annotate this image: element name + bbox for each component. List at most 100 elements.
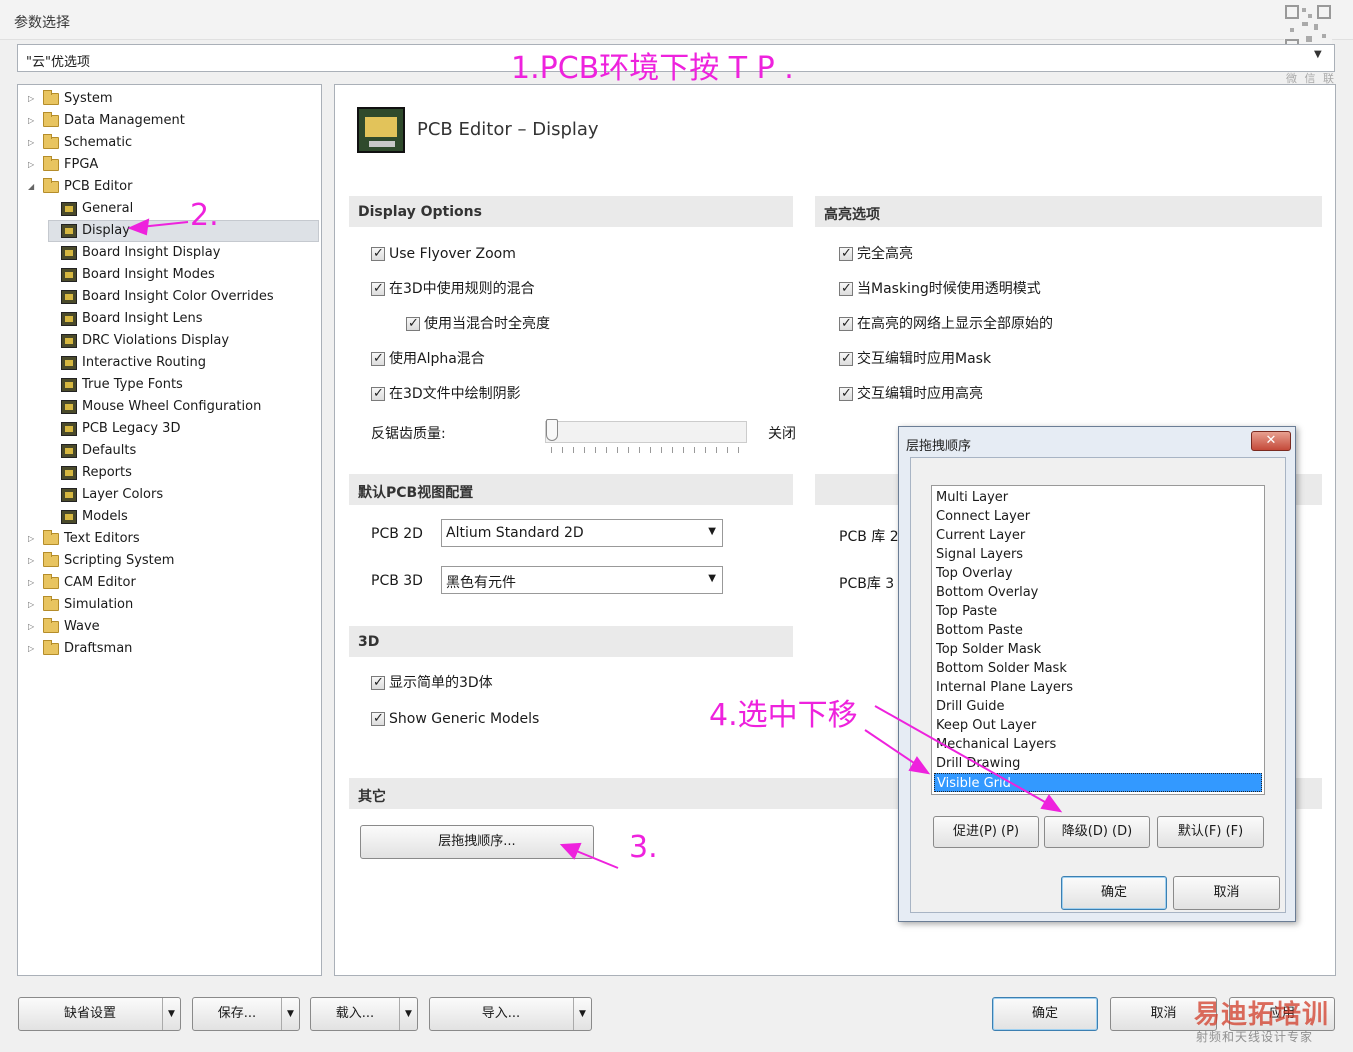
tree-item-label: Mouse Wheel Configuration xyxy=(82,399,262,414)
layer-list-item[interactable]: Top Paste xyxy=(934,602,1262,621)
antialias-slider-thumb[interactable] xyxy=(546,419,558,441)
pcb-2d-select[interactable]: Altium Standard 2D ▼ xyxy=(441,519,723,547)
pcb-board-icon xyxy=(61,422,77,436)
layer-list[interactable]: Multi Layer Connect Layer Current Layer Sig… xyxy=(931,485,1265,795)
layer-list-item[interactable]: Keep Out Layer xyxy=(934,716,1262,735)
checkbox-checked-icon[interactable] xyxy=(371,348,385,370)
layer-list-item[interactable]: Mechanical Layers xyxy=(934,735,1262,754)
pcb-board-icon xyxy=(357,107,405,153)
expand-arrow-icon[interactable]: ▷ xyxy=(28,638,40,660)
layer-list-item[interactable]: Visible Grid xyxy=(934,773,1262,792)
chevron-down-icon[interactable]: ▼ xyxy=(1314,49,1322,60)
expand-arrow-icon[interactable]: ▷ xyxy=(28,550,40,572)
layer-drag-order-button[interactable]: 层拖拽顺序... xyxy=(360,825,594,859)
pcb-2d-label: PCB 2D xyxy=(371,526,423,542)
expand-arrow-icon[interactable]: ▷ xyxy=(28,132,40,154)
default-button[interactable]: 默认(F) (F) xyxy=(1157,816,1264,848)
checkbox-checked-icon[interactable] xyxy=(839,383,853,405)
checkbox-label: 使用当混合时全亮度 xyxy=(424,316,550,332)
tree-item-label: FPGA xyxy=(64,157,99,172)
checkbox-checked-icon[interactable] xyxy=(839,243,853,265)
lib-3d-label: PCB库 3 xyxy=(839,576,895,592)
dialog-close-button[interactable]: ✕ xyxy=(1251,431,1291,451)
layer-list-item[interactable]: Drill Drawing xyxy=(934,754,1262,773)
demote-button[interactable]: 降级(D) (D) xyxy=(1044,816,1150,848)
layer-list-item[interactable]: Bottom Paste xyxy=(934,621,1262,640)
layer-list-item[interactable]: Internal Plane Layers xyxy=(934,678,1262,697)
pcb-board-icon xyxy=(61,290,77,304)
layer-list-item[interactable]: Top Overlay xyxy=(934,564,1262,583)
layer-list-item[interactable]: Drill Guide xyxy=(934,697,1262,716)
tree-item-label: Simulation xyxy=(64,597,134,612)
pcb-3d-select[interactable]: 黑色有元件 ▼ xyxy=(441,566,723,594)
chevron-down-icon[interactable]: ▼ xyxy=(573,998,591,1030)
ok-button[interactable]: 确定 xyxy=(992,997,1098,1031)
promote-button[interactable]: 促进(P) (P) xyxy=(933,816,1039,848)
pcb-board-icon xyxy=(61,378,77,392)
checkbox-label: 在高亮的网络上显示全部原始的 xyxy=(857,316,1053,332)
layer-list-item[interactable]: Bottom Overlay xyxy=(934,583,1262,602)
tree-item-label: Draftsman xyxy=(64,641,133,656)
folder-icon xyxy=(43,112,59,127)
window-title: 参数选择 xyxy=(14,15,70,31)
load-button[interactable]: 载入... ▼ xyxy=(310,997,418,1031)
expand-arrow-icon[interactable]: ▷ xyxy=(28,88,40,110)
chevron-down-icon[interactable]: ▼ xyxy=(281,998,299,1030)
checkbox-label: Use Flyover Zoom xyxy=(389,246,516,262)
expand-arrow-icon[interactable]: ▷ xyxy=(28,154,40,176)
expand-arrow-icon[interactable]: ▷ xyxy=(28,594,40,616)
checkbox-checked-icon[interactable] xyxy=(839,348,853,370)
chevron-down-icon[interactable]: ▼ xyxy=(162,998,180,1030)
layer-list-item[interactable]: Current Layer xyxy=(934,526,1262,545)
layer-list-item[interactable]: Multi Layer xyxy=(934,488,1262,507)
pcb-board-icon xyxy=(61,246,77,260)
checkbox-checked-icon[interactable] xyxy=(371,383,385,405)
watermark-tagline: 射频和天线设计专家 xyxy=(1196,1030,1314,1044)
section-default-view: 默认PCB视图配置 xyxy=(349,473,793,505)
folder-icon xyxy=(43,618,59,633)
chevron-down-icon[interactable]: ▼ xyxy=(708,526,716,537)
expand-arrow-icon[interactable]: ▷ xyxy=(28,110,40,132)
preferences-tree[interactable]: ▷ System ▷ Data Management ▷ Schematic ▷… xyxy=(17,84,322,976)
tree-item-label: Text Editors xyxy=(64,531,140,546)
save-button[interactable]: 保存... ▼ xyxy=(192,997,300,1031)
checkbox-checked-icon[interactable] xyxy=(839,278,853,300)
tree-item-label: Board Insight Color Overrides xyxy=(82,289,274,304)
antialias-slider-track[interactable] xyxy=(545,421,747,443)
expand-arrow-icon[interactable]: ▷ xyxy=(28,616,40,638)
section-header: Display Options xyxy=(358,204,482,220)
tree-item-label: DRC Violations Display xyxy=(82,333,230,348)
tree-item-label: Scripting System xyxy=(64,553,175,568)
checkbox-checked-icon[interactable] xyxy=(371,243,385,265)
checkbox-checked-icon[interactable] xyxy=(371,278,385,300)
chevron-down-icon[interactable]: ▼ xyxy=(399,998,417,1030)
annotation-step-1: 1.PCB环境下按 T P . xyxy=(511,51,794,86)
tree-item-label: Board Insight Lens xyxy=(82,311,203,326)
checkbox-checked-icon[interactable] xyxy=(371,708,385,730)
layer-list-item[interactable]: Signal Layers xyxy=(934,545,1262,564)
dialog-ok-button[interactable]: 确定 xyxy=(1061,876,1167,910)
layer-list-item[interactable]: Bottom Solder Mask xyxy=(934,659,1262,678)
collapse-arrow-icon[interactable]: ◢ xyxy=(28,176,40,198)
checkbox-checked-icon[interactable] xyxy=(839,313,853,335)
folder-icon xyxy=(43,574,59,589)
tree-item-label: Layer Colors xyxy=(82,487,164,502)
tree-item-label: Wave xyxy=(64,619,100,634)
section-header: 默认PCB视图配置 xyxy=(358,485,474,501)
dialog-cancel-button[interactable]: 取消 xyxy=(1173,876,1280,910)
chevron-down-icon[interactable]: ▼ xyxy=(708,573,716,584)
expand-arrow-icon[interactable]: ▷ xyxy=(28,528,40,550)
lib-2d-label: PCB 库 2 xyxy=(839,529,899,545)
section-header: 其它 xyxy=(358,789,386,805)
layer-list-item[interactable]: Connect Layer xyxy=(934,507,1262,526)
expand-arrow-icon[interactable]: ▷ xyxy=(28,572,40,594)
antialias-label: 反锯齿质量: xyxy=(371,426,446,442)
antialias-value: 关闭 xyxy=(768,426,796,442)
defaults-button[interactable]: 缺省设置 ▼ xyxy=(18,997,181,1031)
checkbox-checked-icon[interactable] xyxy=(406,313,420,335)
tree-item-label: Schematic xyxy=(64,135,133,150)
checkbox-checked-icon[interactable] xyxy=(371,672,385,694)
layer-list-item[interactable]: Top Solder Mask xyxy=(934,640,1262,659)
title-bar xyxy=(0,0,1353,40)
import-button[interactable]: 导入... ▼ xyxy=(429,997,592,1031)
